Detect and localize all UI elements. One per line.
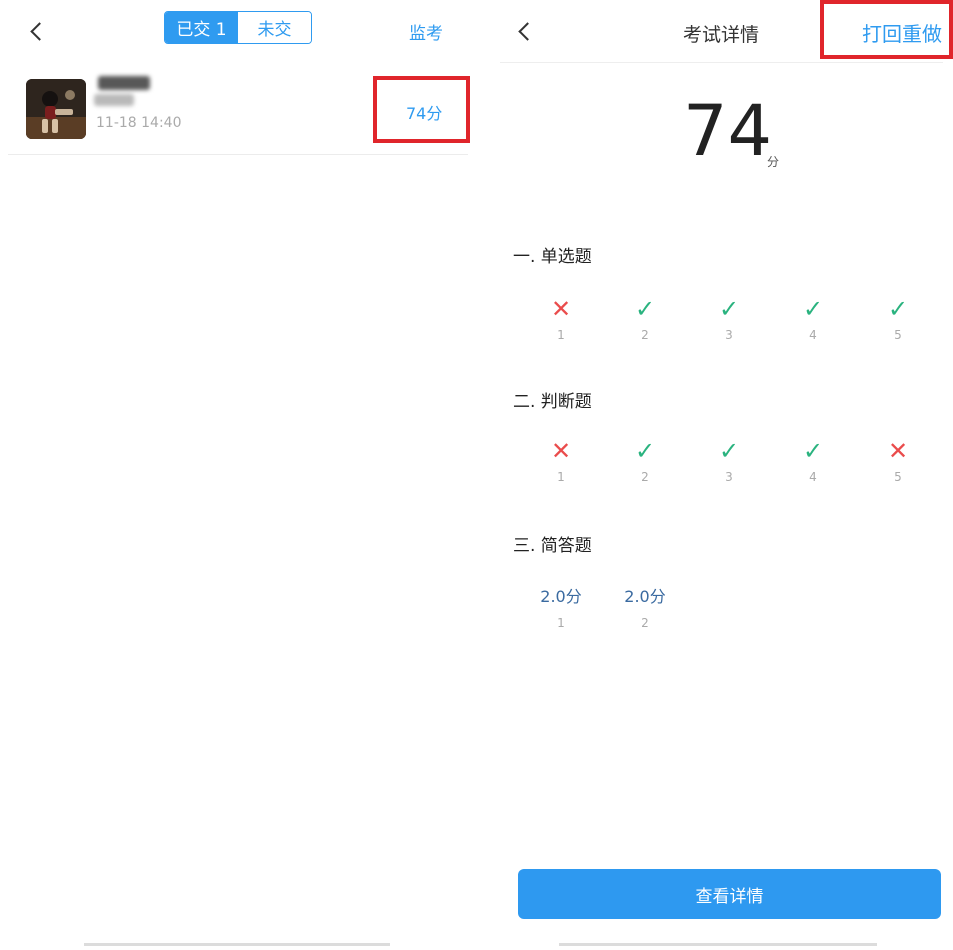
highlight-box (373, 76, 470, 143)
total-score: 74 (683, 90, 773, 172)
back-button[interactable] (512, 18, 538, 44)
question-grid-short-answer: 2.0分 1 2.0分 2 (490, 584, 953, 644)
question-number: 4 (809, 328, 817, 342)
section-title-single-choice: 一. 单选题 (513, 247, 592, 267)
question-number: 3 (725, 470, 733, 484)
highlight-box (820, 0, 953, 59)
cross-icon: ✕ (550, 295, 572, 323)
question-item[interactable]: ✓ 2 (615, 296, 675, 342)
cross-icon: ✕ (887, 437, 909, 465)
page-title: 考试详情 (683, 24, 760, 46)
home-indicator (559, 943, 877, 946)
submission-status-toggle: 已交 1 未交 (164, 11, 312, 44)
question-item[interactable]: ✓ 4 (783, 296, 843, 342)
question-number: 1 (557, 328, 565, 342)
question-item[interactable]: ✕ 1 (531, 438, 591, 484)
total-score-unit: 分 (767, 155, 780, 169)
question-item[interactable]: ✓ 3 (699, 438, 759, 484)
question-item[interactable]: 2.0分 2 (615, 584, 675, 630)
question-grid-true-false: ✕ 1 ✓ 2 ✓ 3 ✓ 4 ✕ 5 (490, 438, 953, 498)
divider (500, 62, 943, 63)
question-score: 2.0分 (624, 587, 666, 606)
view-details-button[interactable]: 查看详情 (518, 869, 941, 919)
question-item[interactable]: ✓ 5 (868, 296, 928, 342)
home-indicator (84, 943, 390, 946)
cross-icon: ✕ (550, 437, 572, 465)
avatar-image (26, 79, 86, 139)
question-number: 2 (641, 328, 649, 342)
question-number: 3 (725, 328, 733, 342)
question-grid-single-choice: ✕ 1 ✓ 2 ✓ 3 ✓ 4 ✓ 5 (490, 296, 953, 356)
question-item[interactable]: ✓ 2 (615, 438, 675, 484)
proctor-button[interactable]: 监考 (409, 19, 443, 44)
question-item[interactable]: ✕ 5 (868, 438, 928, 484)
question-number: 2 (641, 470, 649, 484)
tab-unsubmitted[interactable]: 未交 (238, 12, 311, 43)
question-score: 2.0分 (540, 587, 582, 606)
question-number: 5 (894, 328, 902, 342)
submission-list-panel: 已交 1 未交 监考 11-18 14:40 74分 (0, 0, 470, 950)
section-title-true-false: 二. 判断题 (513, 392, 592, 412)
check-icon: ✓ (634, 295, 656, 323)
back-button[interactable] (24, 18, 50, 44)
student-name-blurred (94, 72, 152, 112)
question-number: 4 (809, 470, 817, 484)
question-item[interactable]: 2.0分 1 (531, 584, 591, 630)
question-number: 1 (557, 470, 565, 484)
submission-time: 11-18 14:40 (96, 115, 182, 131)
question-item[interactable]: ✕ 1 (531, 296, 591, 342)
question-number: 5 (894, 470, 902, 484)
avatar (26, 79, 86, 139)
check-icon: ✓ (802, 437, 824, 465)
check-icon: ✓ (802, 295, 824, 323)
check-icon: ✓ (634, 437, 656, 465)
exam-detail-panel: 考试详情 打回重做 74 分 一. 单选题 ✕ 1 ✓ 2 ✓ 3 ✓ 4 ✓ … (490, 0, 953, 950)
section-title-short-answer: 三. 简答题 (513, 536, 592, 556)
check-icon: ✓ (718, 295, 740, 323)
check-icon: ✓ (887, 295, 909, 323)
tab-submitted[interactable]: 已交 1 (165, 12, 238, 43)
chevron-left-icon (30, 22, 49, 41)
question-number: 1 (557, 616, 565, 630)
question-item[interactable]: ✓ 3 (699, 296, 759, 342)
question-number: 2 (641, 616, 649, 630)
question-item[interactable]: ✓ 4 (783, 438, 843, 484)
check-icon: ✓ (718, 437, 740, 465)
chevron-left-icon (518, 22, 537, 41)
